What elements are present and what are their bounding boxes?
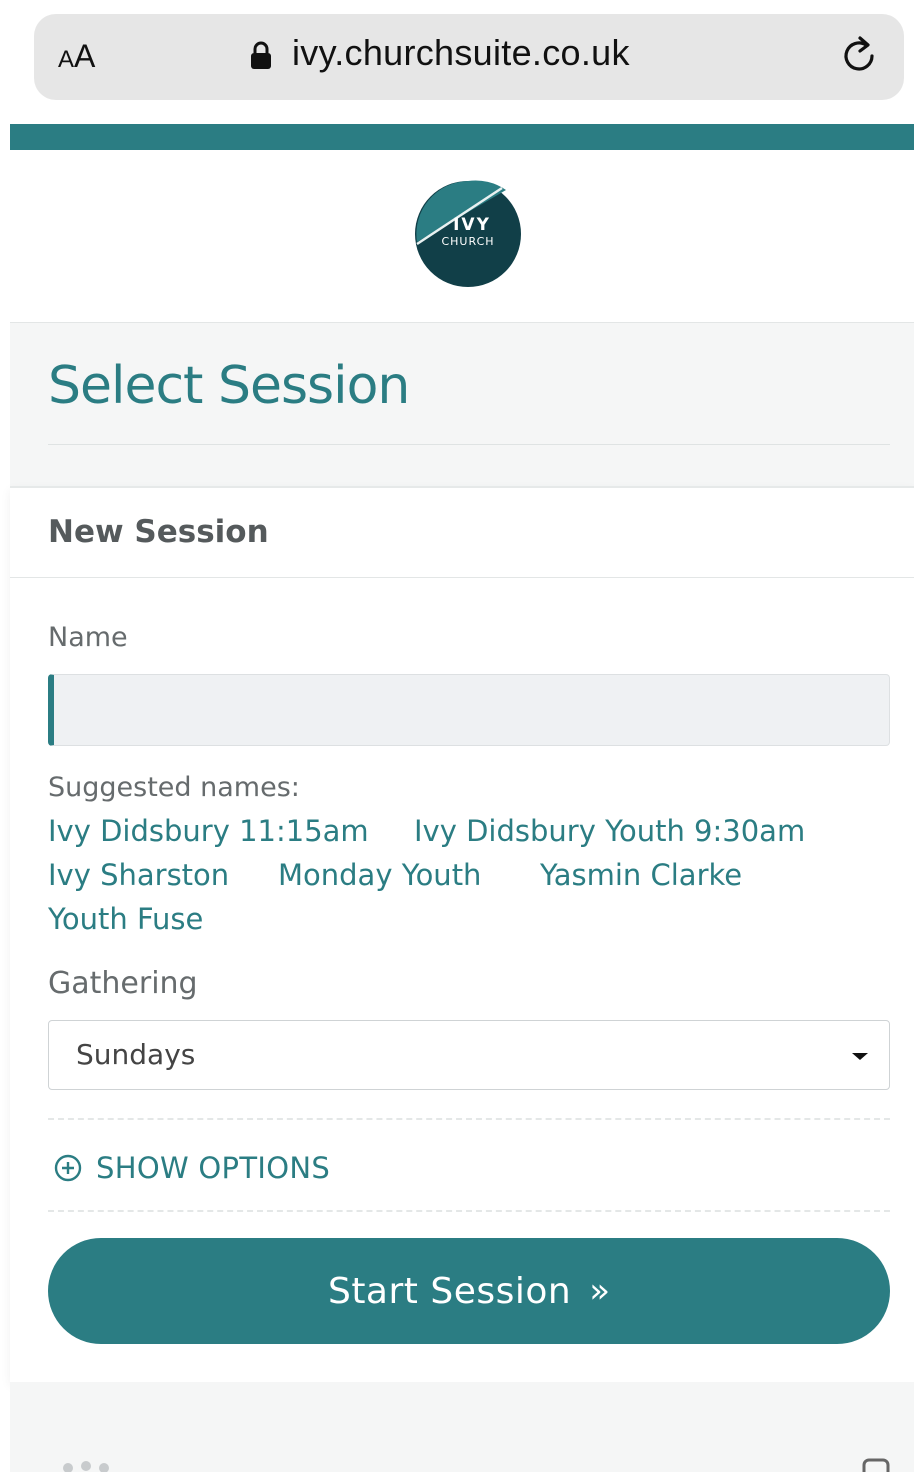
caret-down-icon <box>852 1053 868 1060</box>
start-session-label: Start Session <box>327 1270 572 1312</box>
page: AA ivy.churchsuite.co.uk IVY CHURCH Sele… <box>0 0 914 1472</box>
show-options-label: SHOW OPTIONS <box>96 1151 331 1185</box>
gathering-selected-value: Sundays <box>76 1038 196 1071</box>
start-session-button[interactable]: Start Session » <box>48 1238 890 1344</box>
show-options-toggle[interactable]: SHOW OPTIONS <box>54 1148 330 1188</box>
reload-icon[interactable] <box>838 34 882 80</box>
options-divider-top <box>48 1118 890 1120</box>
suggested-names-label: Suggested names: <box>48 772 300 803</box>
double-chevron-right-icon: » <box>589 1271 611 1311</box>
footer-logo-icon <box>63 1461 109 1472</box>
suggested-name-link[interactable]: Youth Fuse <box>48 902 203 936</box>
name-input[interactable] <box>48 674 890 746</box>
suggested-name-link[interactable]: Monday Youth <box>278 858 481 892</box>
url-text[interactable]: ivy.churchsuite.co.uk <box>292 32 630 74</box>
lock-icon <box>251 41 271 69</box>
logo-text: IVY CHURCH <box>414 180 522 288</box>
gathering-label: Gathering <box>48 966 198 1001</box>
text-size-small-label: A <box>58 46 75 73</box>
page-title: Select Session <box>48 356 410 416</box>
plus-circle-icon <box>54 1154 82 1182</box>
footer-badge-icon <box>862 1458 890 1472</box>
text-size-large-label: A <box>74 38 96 74</box>
logo-text-line1: IVY <box>453 215 491 235</box>
suggested-name-link[interactable]: Ivy Sharston <box>48 858 229 892</box>
suggested-name-link[interactable]: Yasmin Clarke <box>540 858 742 892</box>
text-size-button[interactable]: AA <box>58 38 95 75</box>
brand-strip <box>10 124 914 150</box>
title-divider <box>48 444 890 445</box>
logo-text-line2: CHURCH <box>441 235 495 248</box>
card-heading: New Session <box>48 514 269 550</box>
footer <box>10 1382 914 1472</box>
card-divider <box>10 577 914 578</box>
name-label: Name <box>48 622 128 653</box>
suggested-name-link[interactable]: Ivy Didsbury 11:15am <box>48 814 369 848</box>
options-divider-bottom <box>48 1210 890 1212</box>
suggested-name-link[interactable]: Ivy Didsbury Youth 9:30am <box>414 814 805 848</box>
